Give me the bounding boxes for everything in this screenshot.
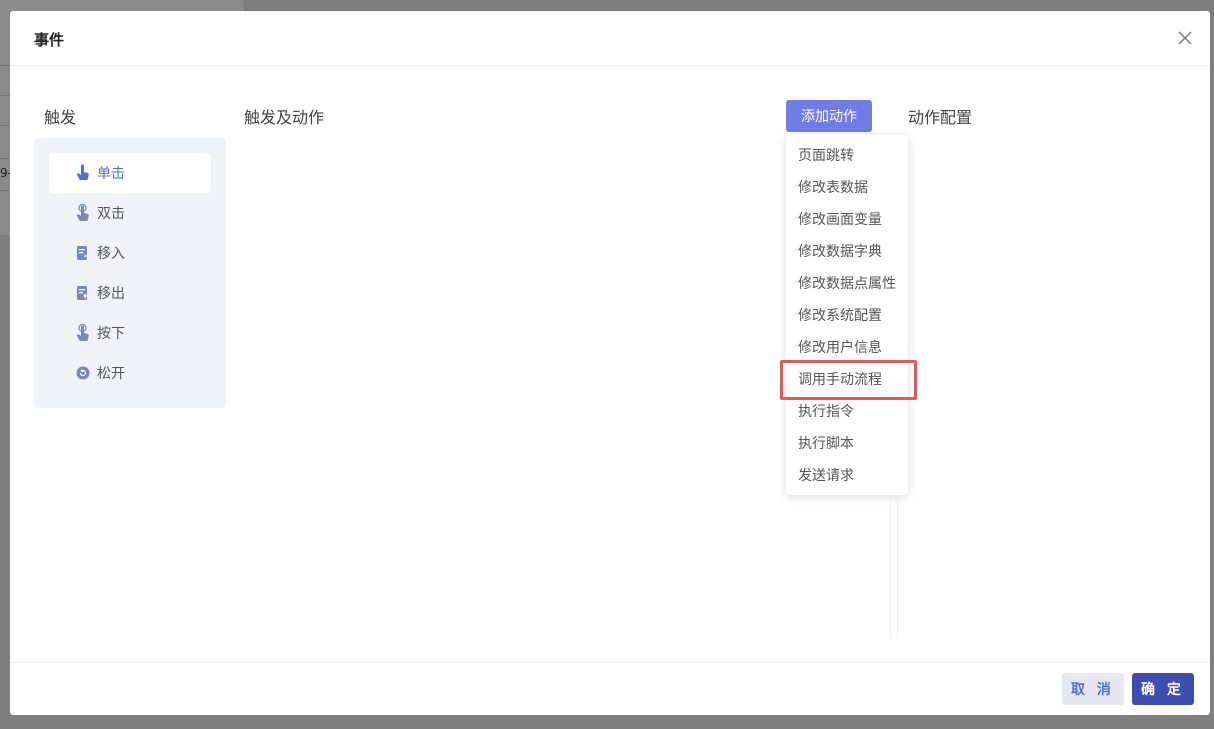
trigger-item-label: 松开 <box>97 366 125 382</box>
trigger-item-double-click[interactable]: 双击 <box>49 193 211 233</box>
trigger-item-move-out[interactable]: 移出 <box>49 273 211 313</box>
trigger-item-label: 按下 <box>97 326 125 342</box>
close-icon[interactable] <box>1176 29 1194 47</box>
action-option-modify-screen-variable[interactable]: 修改画面变量 <box>786 204 908 236</box>
add-action-button[interactable]: 添加动作 <box>786 100 872 132</box>
trigger-item-press[interactable]: 按下 <box>49 313 211 353</box>
tap-icon <box>75 164 91 182</box>
trigger-item-label: 移出 <box>97 286 125 302</box>
add-action-dropdown: 页面跳转 修改表数据 修改画面变量 修改数据字典 修改数据点属性 修改系统配置 … <box>786 135 908 495</box>
release-icon <box>75 364 91 382</box>
action-option-modify-table-data[interactable]: 修改表数据 <box>786 172 908 204</box>
scroll-track <box>890 495 898 637</box>
action-option-call-manual-flow[interactable]: 调用手动流程 <box>786 364 908 396</box>
trigger-item-label: 双击 <box>97 206 125 222</box>
trigger-list: 单击 双击 移入 移出 按下 松开 <box>34 138 226 408</box>
action-option-execute-script[interactable]: 执行脚本 <box>786 428 908 460</box>
action-option-modify-system-config[interactable]: 修改系统配置 <box>786 300 908 332</box>
action-option-send-request[interactable]: 发送请求 <box>786 460 908 492</box>
press-icon <box>75 324 91 342</box>
modal-footer: 取 消 确 定 <box>10 662 1210 715</box>
action-option-execute-command[interactable]: 执行指令 <box>786 396 908 428</box>
trigger-item-label: 移入 <box>97 246 125 262</box>
action-option-modify-data-dictionary[interactable]: 修改数据字典 <box>786 236 908 268</box>
modal-header: 事件 <box>10 11 1210 66</box>
action-option-modify-datapoint-attribute[interactable]: 修改数据点属性 <box>786 268 908 300</box>
action-option-page-jump[interactable]: 页面跳转 <box>786 140 908 172</box>
trigger-column-title: 触发 <box>44 108 77 127</box>
event-modal: 事件 触发 触发及动作 动作配置 单击 双击 移入 移出 按下 松开 添加动作 … <box>10 11 1210 715</box>
action-option-modify-user-info[interactable]: 修改用户信息 <box>786 332 908 364</box>
trigger-item-move-in[interactable]: 移入 <box>49 233 211 273</box>
modal-title: 事件 <box>34 31 65 49</box>
cancel-button[interactable]: 取 消 <box>1062 673 1124 705</box>
trigger-item-release[interactable]: 松开 <box>49 353 211 393</box>
config-column-title: 动作配置 <box>908 108 973 127</box>
flow-column-title: 触发及动作 <box>244 108 325 127</box>
ok-button[interactable]: 确 定 <box>1132 673 1194 705</box>
double-tap-icon <box>75 204 91 222</box>
trigger-item-click[interactable]: 单击 <box>49 153 211 193</box>
move-in-icon <box>75 244 91 262</box>
trigger-item-label: 单击 <box>97 166 125 182</box>
move-out-icon <box>75 284 91 302</box>
